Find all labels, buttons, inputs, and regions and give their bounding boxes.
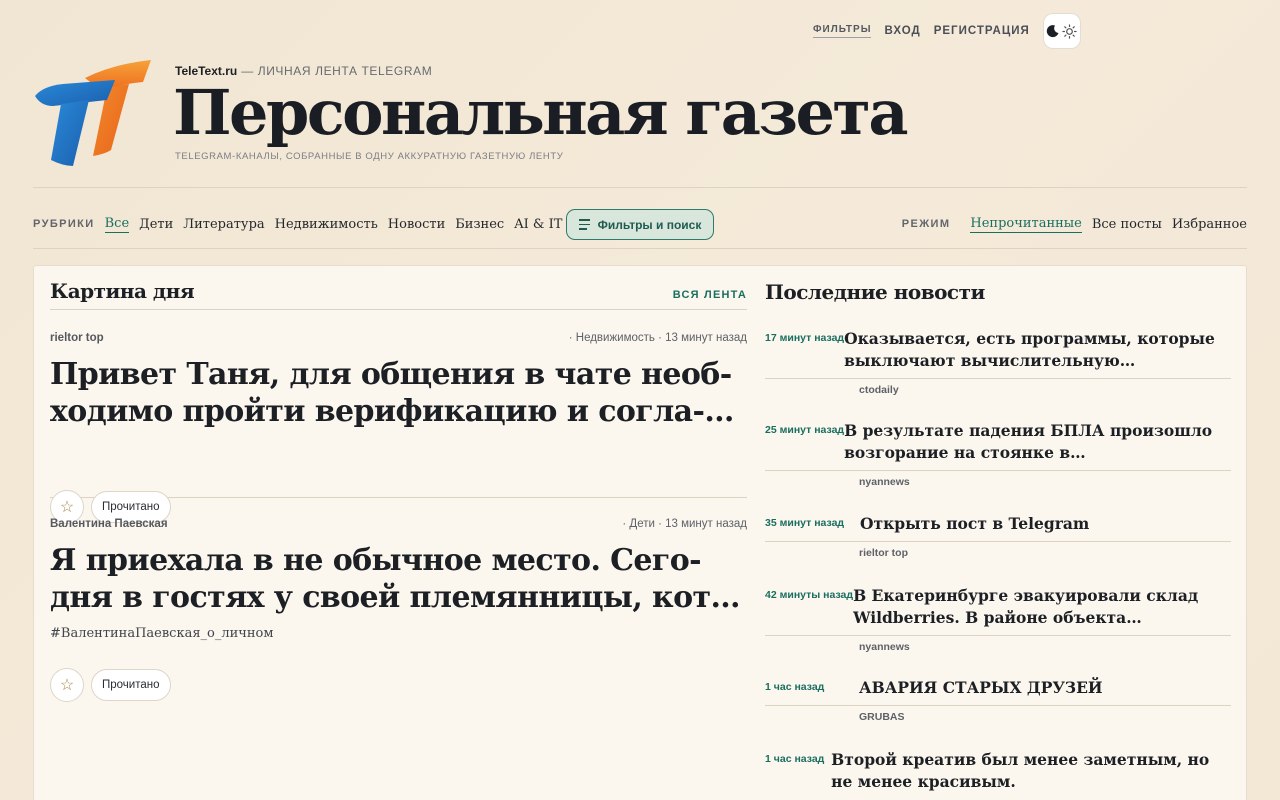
post-title[interactable]: Я приехала в не обычное место. Сего- дня… [50,542,747,616]
login-link[interactable]: ВХОД [884,25,920,37]
rubric-kids[interactable]: Дети [139,217,173,232]
masthead-subtitle: TELEGRAM-КАНАЛЫ, СОБРАННЫЕ В ОДНУ АККУРА… [175,151,564,162]
rubric-literature[interactable]: Литература [183,217,264,232]
news-time: 17 минут назад [765,332,845,344]
rubrics-label: РУБРИКИ [33,218,95,230]
moon-icon [1047,25,1059,38]
news-item[interactable]: 1 час назад АВАРИЯ СТАРЫХ ДРУЗЕЙ GRUBAS [765,677,1231,723]
post-title-line: ходимо пройти верификацию и согла-… [50,394,734,429]
rubric-realty[interactable]: Недвижимость [275,217,378,232]
news-time: 35 минут назад [765,517,845,529]
news-time: 25 минут назад [765,424,845,436]
post-meta: rieltor top · Недвижимость · 13 минут на… [50,332,747,344]
all-feed-link[interactable]: ВСЯ ЛЕНТА [673,289,747,301]
mode-label: РЕЖИМ [901,218,951,230]
post-title[interactable]: Привет Таня, для общения в чате необ- хо… [50,356,747,430]
news-item[interactable]: 1 час назад Второй креатив был менее зам… [765,749,1231,793]
divider [765,541,1231,542]
post-source[interactable]: Валентина Паевская [50,518,168,530]
divider [765,705,1231,706]
sun-icon [1062,23,1077,39]
news-title[interactable]: В Екатеринбурге эвакуировали склад Wildb… [853,585,1231,629]
teletext-logo[interactable] [33,58,153,170]
post-card: rieltor top · Недвижимость · 13 минут на… [50,310,747,524]
news-title[interactable]: Открыть пост в Telegram [860,513,1089,535]
news-source[interactable]: nyannews [859,641,1231,653]
section-title: Картина дня [50,279,195,303]
rubric-ai-it[interactable]: AI & IT [514,217,562,232]
news-title[interactable]: Второй креатив был менее заметным, но не… [831,749,1231,793]
filters-link[interactable]: ФИЛЬТРЫ [813,24,872,38]
post-title-line: Привет Таня, для общения в чате необ- [50,357,732,392]
rubric-news[interactable]: Новости [388,217,445,232]
divider [765,635,1231,636]
divider [765,470,1231,471]
news-item[interactable]: 25 минут назад В результате падения БПЛА… [765,420,1231,488]
theme-toggle[interactable] [1042,13,1081,49]
news-time: 1 час назад [765,681,825,693]
section-header: Последние новости [765,266,1231,310]
menu-lines-icon [578,219,590,230]
news-source[interactable]: rieltor top [859,547,1231,559]
top-nav: ФИЛЬТРЫ ВХОД РЕГИСТРАЦИЯ [813,13,1081,49]
news-item[interactable]: 42 минуты назад В Екатеринбурге эвакуиро… [765,585,1231,653]
news-item[interactable]: 17 минут назад Оказывается, есть програм… [765,328,1231,396]
filters-search-button[interactable]: Фильтры и поиск [566,209,714,240]
news-item[interactable]: 35 минут назад Открыть пост в Telegram r… [765,513,1231,559]
filters-search-label: Фильтры и поиск [597,217,702,232]
latest-news-section: Последние новости 17 минут назад Оказыва… [765,266,1231,791]
news-title[interactable]: В результате падения БПЛА произошло возг… [844,420,1231,464]
post-meta-info: · Дети · 13 минут назад [622,518,747,530]
section-header: Картина дня ВСЯ ЛЕНТА [50,266,747,310]
divider [33,248,1247,249]
post-card: Валентина Паевская · Дети · 13 минут наз… [50,498,747,800]
news-source[interactable]: nyannews [859,476,1231,488]
day-picture-section: Картина дня ВСЯ ЛЕНТА rieltor top · Недв… [50,266,747,800]
rubric-business[interactable]: Бизнес [455,217,504,232]
post-meta-info: · Недвижимость · 13 минут назад [568,332,747,344]
mode-bar: РЕЖИМ Непрочитанные Все посты Избранное [902,208,1247,240]
mode-unread[interactable]: Непрочитанные [970,216,1082,233]
content-card: Картина дня ВСЯ ЛЕНТА rieltor top · Недв… [33,265,1247,800]
divider [765,378,1231,379]
news-time: 42 минуты назад [765,589,854,601]
post-hashtag[interactable]: #ВалентинаПаевская_о_личном [50,626,747,641]
post-meta: Валентина Паевская · Дети · 13 минут наз… [50,518,747,530]
news-title[interactable]: Оказывается, есть программы, которые вык… [844,328,1231,372]
post-title-line: Я приехала в не обычное место. Сего- [50,543,702,578]
post-title-line: дня в гостях у своей племянницы, кот… [50,580,741,615]
post-source[interactable]: rieltor top [50,332,104,344]
mode-favorites[interactable]: Избранное [1172,217,1247,232]
news-time: 1 час назад [765,753,825,765]
star-outline-icon[interactable]: ☆ [50,668,84,702]
register-link[interactable]: РЕГИСТРАЦИЯ [934,25,1030,37]
news-source[interactable]: ctodaily [859,384,1231,396]
rubrics-bar: РУБРИКИ Все Дети Литература Недвижимость… [33,208,572,240]
mark-read-button[interactable]: Прочитано [91,669,171,701]
news-title[interactable]: АВАРИЯ СТАРЫХ ДРУЗЕЙ [859,677,1103,699]
divider [33,187,1247,188]
rubric-all[interactable]: Все [104,216,130,233]
post-actions: ☆ Прочитано [50,668,171,702]
latest-news-title: Последние новости [765,280,985,304]
mode-all-posts[interactable]: Все посты [1092,217,1162,232]
news-source[interactable]: GRUBAS [859,711,1231,723]
page-title: Персональная газета [173,76,909,149]
